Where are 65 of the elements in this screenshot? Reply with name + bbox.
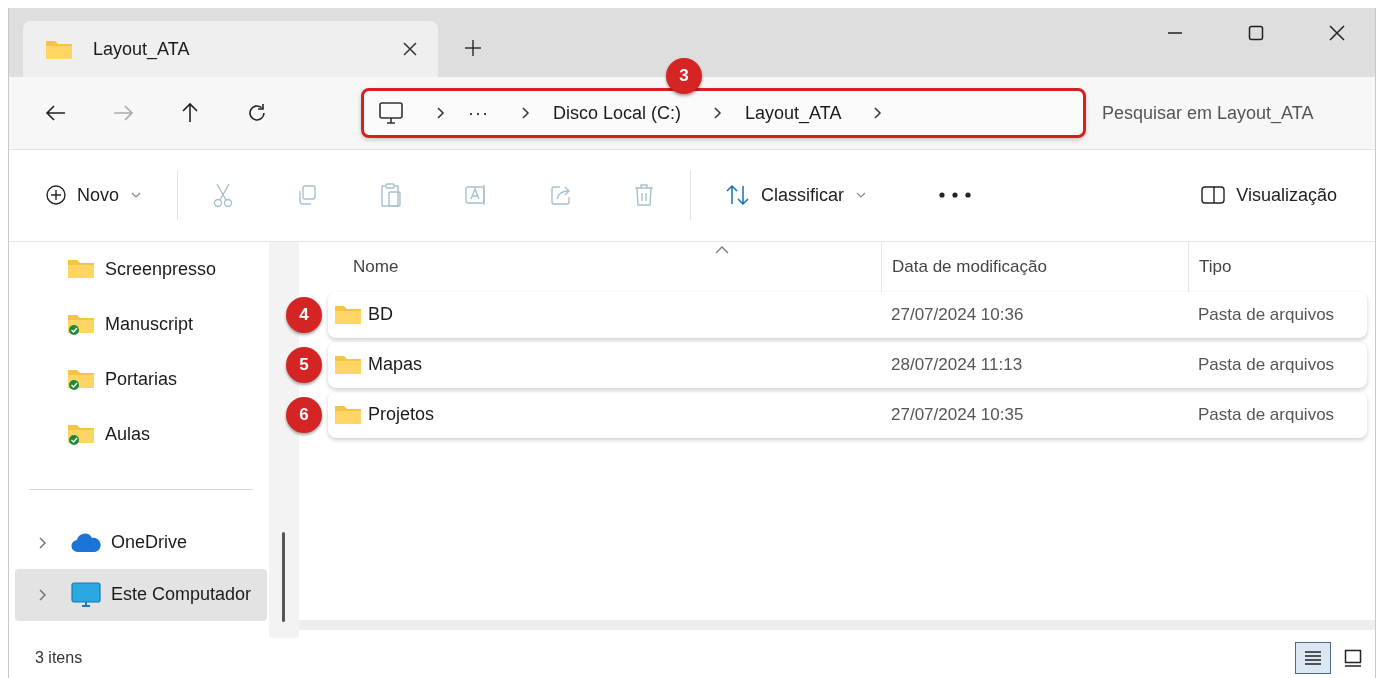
folder-icon — [45, 38, 73, 61]
column-header[interactable]: Tipo — [1188, 241, 1375, 292]
close-icon[interactable] — [402, 41, 418, 58]
list-icon — [1304, 649, 1322, 668]
sort-icon — [725, 184, 752, 207]
table-cell-text: Pasta de arquivos — [1197, 404, 1336, 425]
synced-folder-icon — [67, 367, 95, 392]
table-cell-text: Pasta de arquivos — [1197, 354, 1336, 375]
table-cell-text: Pasta de arquivos — [1197, 304, 1336, 325]
chevron-right-icon — [521, 106, 531, 121]
chevron-right-icon[interactable] — [873, 106, 884, 121]
breadcrumb-item[interactable]: Disco Local (C:) — [553, 102, 681, 124]
breadcrumb-item[interactable]: ··· — [468, 102, 489, 124]
sidebar-item[interactable]: OneDrive — [15, 516, 267, 569]
item-count: 3 itens — [35, 649, 83, 668]
new-tab-icon[interactable] — [464, 39, 482, 58]
file-name: Projetos — [368, 404, 435, 426]
table-cell-text: 28/07/2024 11:13 — [890, 354, 1024, 375]
new-button[interactable]: Novo — [33, 176, 154, 215]
scissors-icon — [212, 182, 235, 209]
maximize-icon[interactable] — [1248, 25, 1264, 42]
caret-icon — [131, 191, 142, 200]
chevron-right-icon — [713, 106, 723, 121]
preview-button[interactable]: Visualização — [1188, 176, 1349, 214]
more-icon — [938, 191, 973, 200]
scrollbar-thumb[interactable] — [282, 531, 285, 622]
file-row[interactable]: BD 27/07/2024 10:36 Pasta de arquivos — [328, 291, 1367, 338]
callout-badge: 4 — [286, 296, 322, 333]
file-name: BD — [368, 304, 393, 326]
cloud-icon — [71, 531, 101, 554]
sort-indicator-icon — [715, 245, 729, 254]
callout-badge: 6 — [286, 396, 322, 433]
tab[interactable]: Layout_ATA — [23, 21, 438, 78]
caret-icon — [856, 191, 867, 200]
tiles-icon — [1344, 649, 1362, 668]
trash-icon — [634, 183, 655, 208]
monitor-icon — [71, 581, 101, 608]
preview-pane-icon — [1200, 185, 1227, 206]
file-row[interactable]: Mapas 28/07/2024 11:13 Pasta de arquivos — [328, 341, 1367, 388]
sidebar-item[interactable]: Este Computador — [15, 568, 267, 621]
callout-badge: 5 — [286, 346, 322, 383]
table-cell-text: 27/07/2024 10:35 — [890, 404, 1025, 425]
sidebar-item[interactable]: Aulas — [9, 406, 269, 462]
synced-folder-icon — [67, 422, 95, 447]
sort-button[interactable]: Classificar — [713, 176, 879, 215]
sidebar-item[interactable]: Portarias — [9, 351, 269, 407]
plus-circle-icon — [45, 184, 67, 207]
clipboard-icon — [380, 182, 403, 209]
chevron-right-icon — [436, 106, 446, 121]
breadcrumb-item[interactable]: Layout_ATA — [745, 102, 842, 124]
column-header[interactable]: Data de modificação — [881, 241, 1188, 292]
details-view-button[interactable] — [1295, 642, 1331, 675]
table-cell-text: 27/07/2024 10:36 — [890, 304, 1025, 325]
copy-icon — [296, 184, 319, 207]
address-bar[interactable]: ··· Disco Local (C:) Layout_ATA — [361, 88, 1086, 139]
sidebar-item[interactable]: Manuscript — [9, 296, 269, 352]
share-icon — [550, 184, 573, 207]
file-name: Mapas — [368, 354, 423, 376]
sidebar-item[interactable]: Screenpresso — [9, 241, 269, 297]
monitor-icon — [378, 101, 404, 126]
horizontal-scrollbar[interactable] — [299, 620, 1375, 631]
column-header[interactable]: Nome — [328, 241, 881, 292]
close-icon[interactable] — [1329, 25, 1345, 42]
file-row[interactable]: Projetos 27/07/2024 10:35 Pasta de arquivos — [328, 391, 1367, 438]
synced-folder-icon — [67, 312, 95, 337]
